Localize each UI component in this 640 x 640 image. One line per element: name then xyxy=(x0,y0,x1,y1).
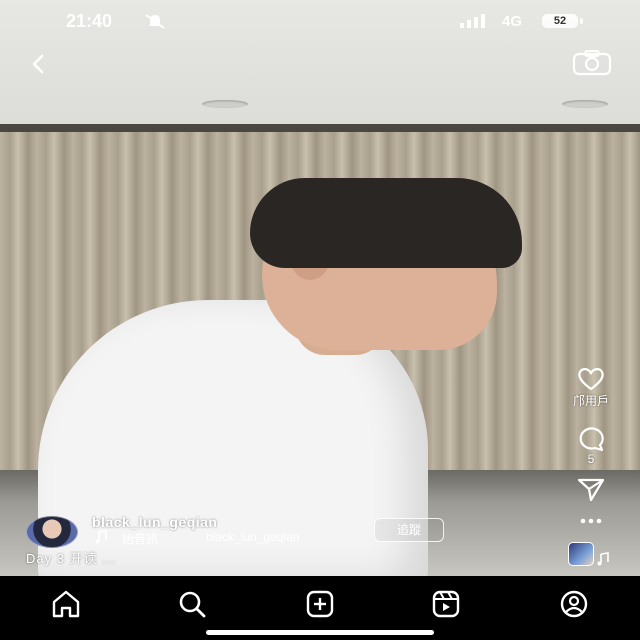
create-icon[interactable] xyxy=(300,584,340,624)
post-author-row: black_lun_geqian 始音訊 black_lun_geqian 追蹤 xyxy=(26,512,546,548)
battery-icon: 52 xyxy=(542,12,586,30)
audio-label[interactable]: 始音訊 xyxy=(122,530,158,547)
network-type: 4G xyxy=(502,13,523,30)
video-frame[interactable] xyxy=(0,0,640,576)
battery-level: 52 xyxy=(542,14,578,28)
back-icon[interactable] xyxy=(24,50,52,78)
share-icon[interactable] xyxy=(576,476,606,502)
music-note-icon xyxy=(597,552,609,566)
like-action[interactable]: 邝用戶 xyxy=(556,366,626,409)
username[interactable]: black_lun_geqian xyxy=(92,514,217,530)
status-bar: 21:40 4G 52 xyxy=(0,0,640,44)
person-hair xyxy=(250,178,522,268)
status-time: 21:40 xyxy=(66,11,113,31)
camera-icon[interactable] xyxy=(570,48,614,78)
comment-action[interactable]: 5 xyxy=(556,424,626,466)
more-action[interactable] xyxy=(556,516,626,526)
comment-count: 5 xyxy=(587,452,595,466)
audio-username[interactable]: black_lun_geqian xyxy=(206,530,356,544)
curtain-rail xyxy=(0,124,640,132)
heart-icon[interactable] xyxy=(576,366,606,392)
ceiling-light xyxy=(562,100,608,108)
reels-icon[interactable] xyxy=(426,584,466,624)
audio-thumbnail[interactable] xyxy=(568,542,594,566)
ceiling-light xyxy=(202,100,248,108)
search-icon[interactable] xyxy=(172,584,212,624)
home-indicator[interactable] xyxy=(206,630,434,635)
follow-button[interactable]: 追蹤 xyxy=(374,518,444,542)
profile-icon[interactable] xyxy=(554,584,594,624)
share-action[interactable] xyxy=(556,476,626,502)
mute-bell-icon xyxy=(145,14,165,29)
avatar[interactable] xyxy=(26,516,78,548)
battery-tip xyxy=(580,18,583,24)
music-note-icon xyxy=(95,530,107,544)
home-icon[interactable] xyxy=(46,584,86,624)
caption[interactable]: Day 3 开读 ... xyxy=(26,548,116,567)
comment-icon[interactable] xyxy=(576,424,606,452)
more-icon[interactable] xyxy=(576,516,606,526)
like-label: 邝用戶 xyxy=(572,394,609,408)
signal-icon xyxy=(460,14,485,28)
